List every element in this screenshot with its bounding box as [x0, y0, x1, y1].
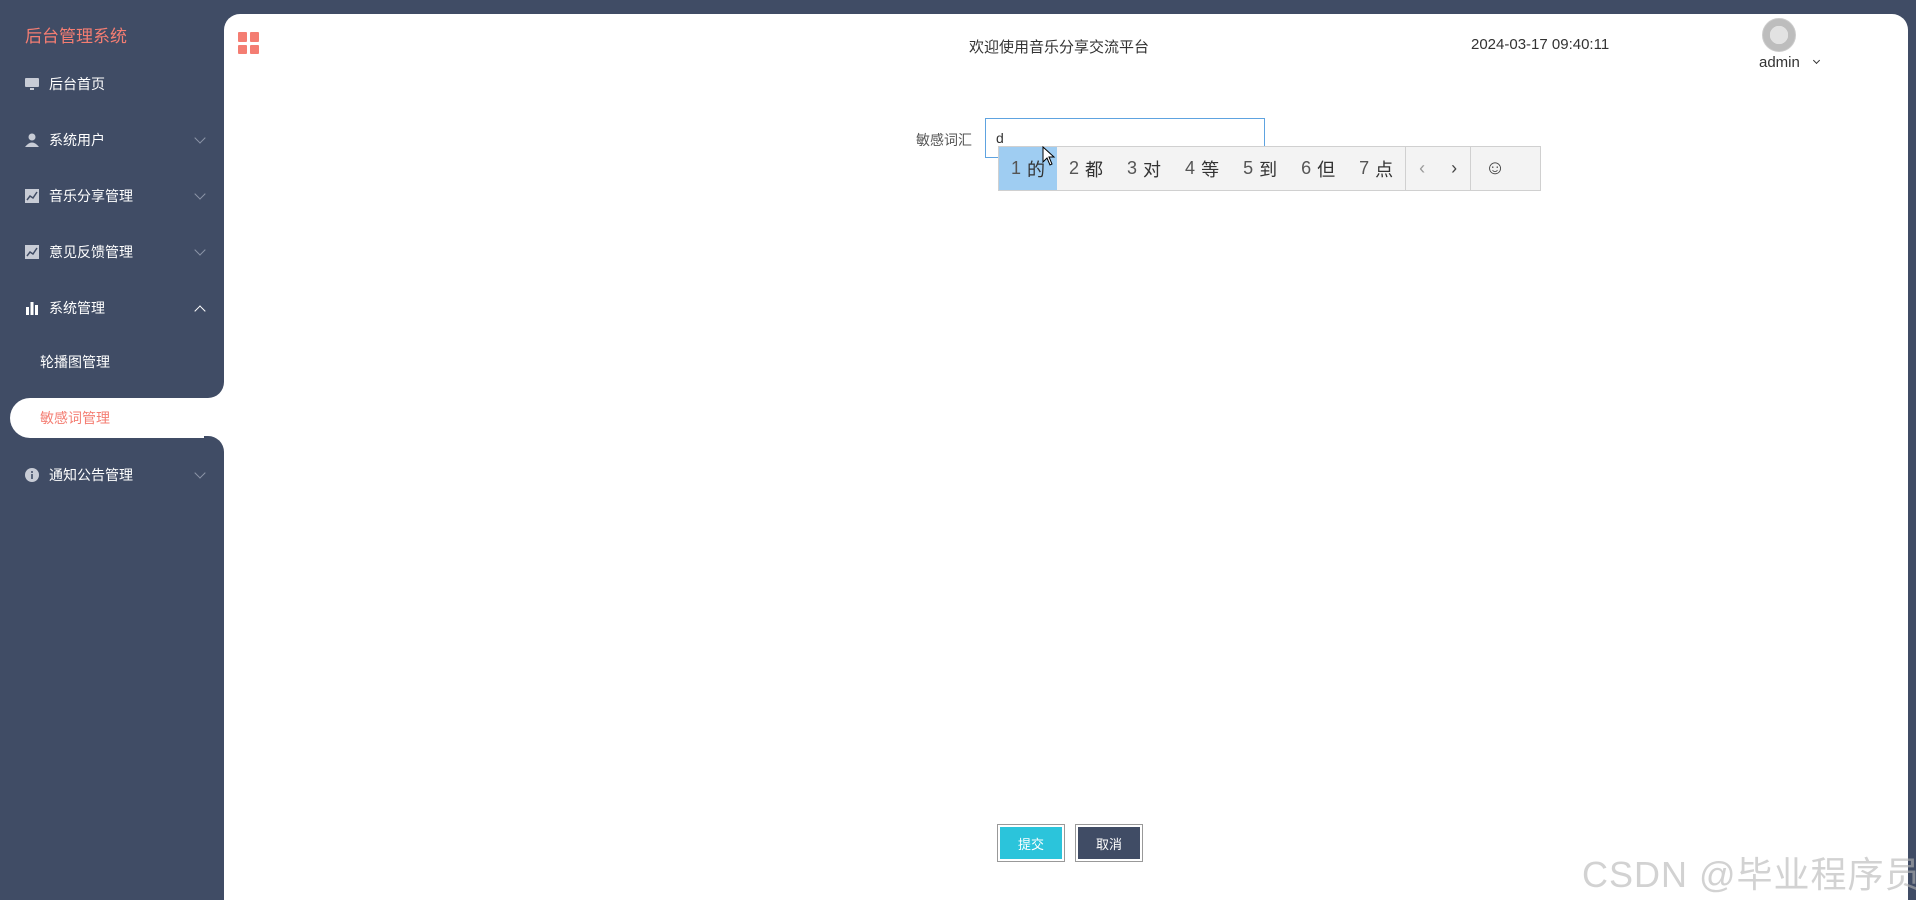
- sidebar-subitem-sensitive-words[interactable]: 敏感词管理: [10, 398, 224, 438]
- active-notch-top: [204, 378, 224, 398]
- chevron-down-icon[interactable]: [1812, 56, 1821, 65]
- chevron-up-icon: [194, 305, 206, 317]
- sensitive-word-label: 敏感词汇: [916, 132, 972, 148]
- page-title: 欢迎使用音乐分享交流平台: [969, 39, 1150, 56]
- sidebar-item-notices[interactable]: 通知公告管理: [0, 447, 224, 503]
- chevron-down-icon: [194, 244, 206, 256]
- ime-candidate[interactable]: 2都: [1057, 147, 1115, 190]
- monitor-icon: [24, 76, 40, 92]
- sidebar-subitem-label: 轮播图管理: [40, 354, 110, 370]
- grid-menu-icon[interactable]: [238, 32, 260, 54]
- ime-candidate[interactable]: 6但: [1289, 147, 1347, 190]
- chevron-left-icon[interactable]: ‹: [1406, 147, 1438, 190]
- ime-candidate[interactable]: 4等: [1173, 147, 1231, 190]
- submit-button[interactable]: 提交: [997, 824, 1065, 862]
- user-icon: [24, 132, 40, 148]
- sidebar-item-system-users[interactable]: 系统用户: [0, 112, 224, 168]
- sidebar-subitem-label: 敏感词管理: [40, 410, 110, 426]
- ime-candidate[interactable]: 5到: [1231, 147, 1289, 190]
- info-icon: [24, 467, 40, 483]
- sidebar: 后台管理系统 后台首页 系统用户 音乐分享管理 意见反馈管理 系统管理 轮播图管…: [0, 0, 224, 900]
- chevron-down-icon: [194, 188, 206, 200]
- chevron-down-icon: [194, 132, 206, 144]
- emoji-icon[interactable]: ☺: [1471, 147, 1519, 190]
- header-clock: 2024-03-17 09:40:11: [1471, 36, 1610, 53]
- app-logo-title: 后台管理系统: [25, 27, 127, 46]
- chevron-down-icon: [194, 467, 206, 479]
- sidebar-subitem-carousel[interactable]: 轮播图管理: [0, 342, 224, 382]
- mouse-cursor-icon: [1042, 146, 1056, 166]
- sidebar-item-home[interactable]: 后台首页: [0, 56, 224, 112]
- sidebar-item-label: 后台首页: [49, 76, 105, 92]
- main-panel: 欢迎使用音乐分享交流平台 2024-03-17 09:40:11 admin 敏…: [224, 14, 1908, 900]
- cancel-button[interactable]: 取消: [1075, 824, 1143, 862]
- bar-chart-icon: [24, 300, 40, 316]
- sidebar-item-label: 意见反馈管理: [49, 244, 133, 260]
- sidebar-item-label: 系统用户: [49, 132, 105, 148]
- avatar[interactable]: [1762, 18, 1796, 52]
- sidebar-item-label: 系统管理: [49, 300, 105, 316]
- chevron-right-icon[interactable]: ›: [1438, 147, 1470, 190]
- sidebar-item-label: 通知公告管理: [49, 467, 133, 483]
- watermark: CSDN @毕业程序员: [1582, 854, 1916, 895]
- chart-icon: [24, 244, 40, 260]
- ime-candidate-bar: 1的 2都 3对 4等 5到 6但 7点 ‹ › ☺: [998, 146, 1541, 191]
- chart-icon: [24, 188, 40, 204]
- user-menu[interactable]: admin: [1759, 54, 1800, 71]
- ime-candidate[interactable]: 3对: [1115, 147, 1173, 190]
- sidebar-item-label: 音乐分享管理: [49, 188, 133, 204]
- sidebar-item-feedback[interactable]: 意见反馈管理: [0, 224, 224, 280]
- sidebar-item-system-management[interactable]: 系统管理: [0, 280, 224, 336]
- ime-candidate[interactable]: 7点: [1347, 147, 1405, 190]
- sidebar-item-music-share[interactable]: 音乐分享管理: [0, 168, 224, 224]
